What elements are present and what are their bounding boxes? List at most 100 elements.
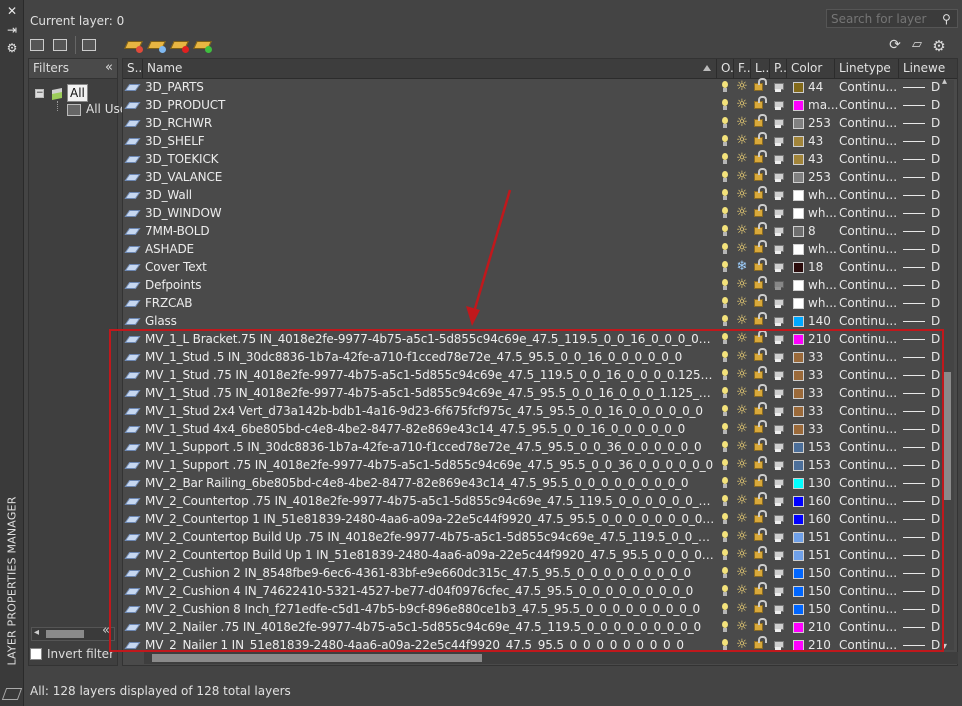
color-swatch[interactable] — [793, 190, 804, 201]
layer-status-icon[interactable] — [124, 156, 141, 163]
sun-icon[interactable]: ☼ — [735, 548, 749, 562]
linetype-value[interactable]: Continu... — [839, 116, 901, 130]
light-bulb-icon[interactable] — [721, 99, 729, 111]
sun-icon[interactable]: ☼ — [735, 440, 749, 454]
col-on[interactable]: O.. — [717, 59, 734, 79]
layer-status-icon[interactable] — [124, 282, 141, 289]
color-swatch[interactable] — [793, 406, 804, 417]
layer-row[interactable]: 3D_PARTS☼44Continu...De — [123, 78, 957, 97]
layer-name[interactable]: MV_2_Countertop Build Up .75 IN_4018e2fe… — [145, 530, 715, 544]
layer-list-vertical-scrollbar[interactable]: ▴ ▾ — [940, 76, 954, 652]
printer-icon[interactable] — [773, 621, 784, 633]
layer-states-manager-icon[interactable] — [80, 37, 98, 53]
linetype-value[interactable]: Continu... — [839, 332, 901, 346]
color-swatch[interactable] — [793, 532, 804, 543]
layer-row[interactable]: 3D_WINDOW☼wh...Continu...De — [123, 204, 957, 223]
color-swatch[interactable] — [793, 478, 804, 489]
layer-status-icon[interactable] — [124, 516, 141, 523]
color-swatch[interactable] — [793, 262, 804, 273]
color-swatch[interactable] — [793, 316, 804, 327]
layer-name[interactable]: ASHADE — [145, 242, 715, 256]
linetype-value[interactable]: Continu... — [839, 548, 901, 562]
printer-icon[interactable] — [773, 423, 784, 435]
sun-icon[interactable]: ☼ — [735, 314, 749, 328]
sun-icon[interactable]: ☼ — [735, 584, 749, 598]
printer-icon[interactable] — [773, 585, 784, 597]
layer-row[interactable]: MV_2_Countertop Build Up .75 IN_4018e2fe… — [123, 528, 957, 547]
collapse-tree-icon[interactable]: « — [102, 623, 110, 638]
color-swatch[interactable] — [793, 496, 804, 507]
light-bulb-icon[interactable] — [721, 549, 729, 561]
layer-name[interactable]: 3D_Wall — [145, 188, 715, 202]
layer-name[interactable]: Cover Text — [145, 260, 715, 274]
scroll-up-icon[interactable]: ▴ — [942, 76, 947, 87]
layer-row[interactable]: Cover Text❄18Continu...De — [123, 258, 957, 277]
layer-status-icon[interactable] — [124, 174, 141, 181]
light-bulb-icon[interactable] — [721, 495, 729, 507]
padlock-icon[interactable] — [754, 474, 767, 487]
linetype-value[interactable]: Continu... — [839, 404, 901, 418]
padlock-icon[interactable] — [754, 258, 767, 271]
linetype-value[interactable]: Continu... — [839, 224, 901, 238]
sun-icon[interactable]: ☼ — [735, 170, 749, 184]
refresh-icon[interactable]: ⟳ — [886, 37, 904, 53]
linetype-value[interactable]: Continu... — [839, 134, 901, 148]
padlock-icon[interactable] — [754, 546, 767, 559]
printer-icon[interactable] — [773, 387, 784, 399]
layer-name[interactable]: MV_2_Nailer .75 IN_4018e2fe-9977-4b75-a5… — [145, 620, 715, 634]
padlock-icon[interactable] — [754, 150, 767, 163]
linetype-value[interactable]: Continu... — [839, 386, 901, 400]
layer-status-icon[interactable] — [124, 390, 141, 397]
light-bulb-icon[interactable] — [721, 621, 729, 633]
sun-icon[interactable]: ☼ — [735, 566, 749, 580]
printer-icon[interactable] — [773, 99, 784, 111]
light-bulb-icon[interactable] — [721, 351, 729, 363]
light-bulb-icon[interactable] — [721, 189, 729, 201]
linetype-value[interactable]: Continu... — [839, 170, 901, 184]
sun-icon[interactable]: ☼ — [735, 368, 749, 382]
layer-list-horizontal-scrollbar[interactable] — [144, 652, 958, 664]
collapse-filters-icon[interactable]: « — [105, 60, 113, 75]
layer-row[interactable]: MV_1_Stud .75 IN_4018e2fe-9977-4b75-a5c1… — [123, 384, 957, 403]
printer-icon[interactable] — [773, 405, 784, 417]
light-bulb-icon[interactable] — [721, 171, 729, 183]
layer-name[interactable]: MV_2_Cushion 2 IN_8548fbe9-6ec6-4361-83b… — [145, 566, 715, 580]
layer-name[interactable]: Glass — [145, 314, 715, 328]
linetype-value[interactable]: Continu... — [839, 368, 901, 382]
linetype-value[interactable]: Continu... — [839, 458, 901, 472]
light-bulb-icon[interactable] — [721, 117, 729, 129]
layer-row[interactable]: MV_1_L Bracket.75 IN_4018e2fe-9977-4b75-… — [123, 330, 957, 349]
layer-status-icon[interactable] — [124, 120, 141, 127]
printer-icon[interactable] — [773, 117, 784, 129]
layer-name[interactable]: 3D_RCHWR — [145, 116, 715, 130]
light-bulb-icon[interactable] — [721, 225, 729, 237]
layer-row[interactable]: MV_2_Countertop 1 IN_51e81839-2480-4aa6-… — [123, 510, 957, 529]
layer-name[interactable]: 3D_SHELF — [145, 134, 715, 148]
scroll-down-icon[interactable]: ▾ — [942, 641, 947, 652]
printer-icon[interactable] — [773, 225, 784, 237]
new-layer-icon[interactable] — [124, 37, 143, 53]
printer-icon[interactable] — [773, 207, 784, 219]
layer-status-icon[interactable] — [124, 552, 141, 559]
layer-row[interactable]: MV_2_Cushion 4 IN_74622410-5321-4527-be7… — [123, 582, 957, 601]
layer-name[interactable]: Defpoints — [145, 278, 715, 292]
layer-status-icon[interactable] — [124, 426, 141, 433]
col-name[interactable]: Name — [143, 59, 717, 79]
linetype-value[interactable]: Continu... — [839, 260, 901, 274]
sun-icon[interactable]: ☼ — [735, 278, 749, 292]
layer-row[interactable]: Defpoints☼wh...Continu...De — [123, 276, 957, 295]
light-bulb-icon[interactable] — [721, 315, 729, 327]
padlock-icon[interactable] — [754, 96, 767, 109]
vertical-scroll-thumb[interactable] — [943, 372, 951, 500]
printer-icon[interactable] — [773, 171, 784, 183]
padlock-icon[interactable] — [754, 168, 767, 181]
layer-status-icon[interactable] — [124, 246, 141, 253]
color-swatch[interactable] — [793, 82, 804, 93]
color-swatch[interactable] — [793, 442, 804, 453]
sun-icon[interactable]: ☼ — [735, 476, 749, 490]
horizontal-scroll-thumb[interactable] — [152, 654, 482, 662]
col-freeze[interactable]: F.. — [734, 59, 751, 79]
sun-icon[interactable]: ☼ — [735, 242, 749, 256]
light-bulb-icon[interactable] — [721, 405, 729, 417]
color-swatch[interactable] — [793, 388, 804, 399]
